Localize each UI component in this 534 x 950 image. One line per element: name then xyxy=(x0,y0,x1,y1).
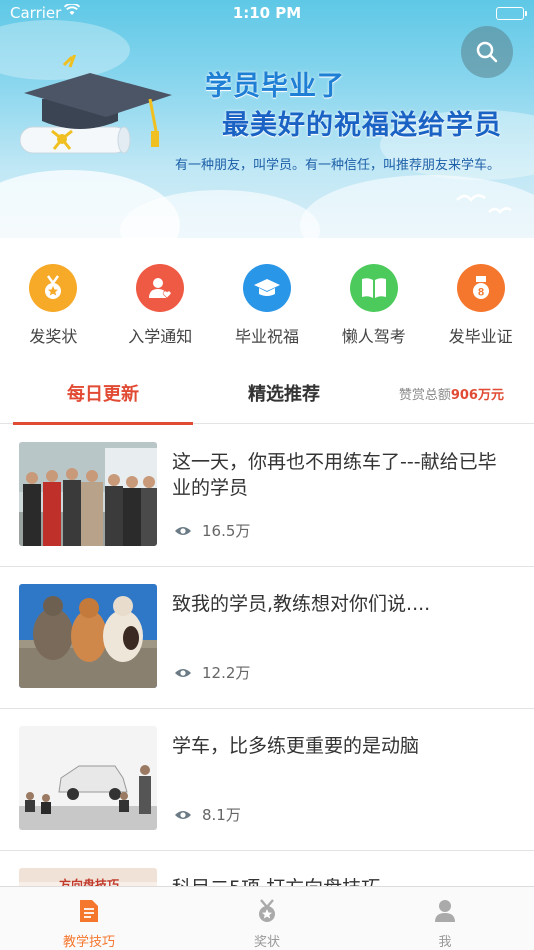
battery-icon xyxy=(496,7,527,20)
banner-title: 学员毕业了 xyxy=(205,71,345,102)
article-title: 致我的学员,教练想对你们说.... xyxy=(172,593,431,615)
medal-star-icon xyxy=(29,264,78,312)
banner-title-secondary: 最美好的祝福送给学员 xyxy=(222,110,502,141)
view-count-text: 16.5万 xyxy=(202,522,251,540)
birds-icon xyxy=(456,194,512,214)
medal-icon xyxy=(259,899,275,922)
graduation-cap-icon xyxy=(242,264,291,312)
bottom-tab-label: 奖状 xyxy=(253,935,280,950)
svg-text:8: 8 xyxy=(478,287,484,299)
search-icon xyxy=(476,41,498,63)
view-count: 16.5万 xyxy=(174,520,250,541)
clock: 1:10 PM xyxy=(232,4,302,22)
list-item[interactable]: 致我的学员,教练想对你们说.... 12.2万 xyxy=(0,567,534,709)
tab-label: 每日更新 xyxy=(67,384,139,405)
view-count-text: 8.1万 xyxy=(202,806,241,824)
document-icon xyxy=(80,900,98,922)
quick-action-label: 发奖状 xyxy=(29,327,78,346)
view-count: 8.1万 xyxy=(174,804,241,825)
person-icon xyxy=(435,900,455,922)
reward-amount: 906 xyxy=(450,388,478,403)
status-bar: Carrier 1:10 PM xyxy=(0,0,534,28)
quick-action-label: 懒人驾考 xyxy=(341,327,406,346)
content-tabs: 每日更新 精选推荐 赞赏总额906万元 xyxy=(0,362,534,425)
view-count-text: 12.2万 xyxy=(202,664,251,682)
banner[interactable]: Carrier 1:10 PM 学员毕业了 最美好的祝福送给学员 有一种朋友，叫… xyxy=(0,0,534,238)
article-title: 学车，比多练更重要的是动脑 xyxy=(172,735,420,757)
list-item[interactable]: 这一天，你再也不用练车了---献给已毕业的学员 16.5万 xyxy=(0,425,534,567)
quick-action-label: 发毕业证 xyxy=(448,327,513,346)
article-thumbnail xyxy=(19,584,157,688)
article-thumbnail xyxy=(19,442,157,546)
article-title: 这一天，你再也不用练车了---献给已毕业的学员 xyxy=(172,451,497,499)
reward-unit: 万元 xyxy=(477,388,504,403)
tab-label: 精选推荐 xyxy=(248,384,320,405)
search-button[interactable] xyxy=(461,26,513,78)
certificate-badge-icon: 8 xyxy=(456,264,505,312)
list-item[interactable]: 学车，比多练更重要的是动脑 8.1万 xyxy=(0,709,534,851)
quick-action-admission[interactable]: 入学通知 xyxy=(107,238,214,358)
reward-total: 赞赏总额906万元 xyxy=(399,384,504,403)
banner-subtitle: 有一种朋友，叫学员。有一种信任，叫推荐朋友来学车。 xyxy=(175,158,501,173)
article-thumbnail xyxy=(19,726,157,830)
bottom-tab-awards[interactable]: 奖状 xyxy=(178,887,356,950)
bottom-tab-bar: 教学技巧 奖状 我 xyxy=(0,886,534,950)
quick-action-exam[interactable]: 懒人驾考 xyxy=(320,238,427,358)
eye-icon xyxy=(175,668,191,677)
user-heart-icon xyxy=(136,264,185,312)
bottom-tab-label: 教学技巧 xyxy=(62,935,115,950)
bottom-tab-teaching-tips[interactable]: 教学技巧 xyxy=(0,887,178,950)
tab-daily-update[interactable]: 每日更新 xyxy=(13,362,193,425)
quick-action-graduation[interactable]: 毕业祝福 xyxy=(214,238,321,358)
tab-featured[interactable]: 精选推荐 xyxy=(194,362,374,424)
quick-action-award[interactable]: 发奖状 xyxy=(0,238,107,358)
view-count: 12.2万 xyxy=(174,662,250,683)
quick-action-certificate[interactable]: 8 发毕业证 xyxy=(427,238,534,358)
open-book-icon xyxy=(349,264,398,312)
graduation-cap-illustration xyxy=(19,50,180,169)
bottom-tab-me[interactable]: 我 xyxy=(356,887,534,950)
quick-actions: 发奖状 入学通知 毕业祝福 懒人驾考 8 发毕业证 xyxy=(0,238,534,358)
article-list: 这一天，你再也不用练车了---献给已毕业的学员 16.5万 致我的学员,教练想对… xyxy=(0,425,534,950)
reward-prefix: 赞赏总额 xyxy=(398,388,451,403)
eye-icon xyxy=(175,810,191,819)
bottom-tab-label: 我 xyxy=(438,935,452,950)
eye-icon xyxy=(175,526,191,535)
quick-action-label: 入学通知 xyxy=(128,327,193,346)
quick-action-label: 毕业祝福 xyxy=(234,327,299,346)
